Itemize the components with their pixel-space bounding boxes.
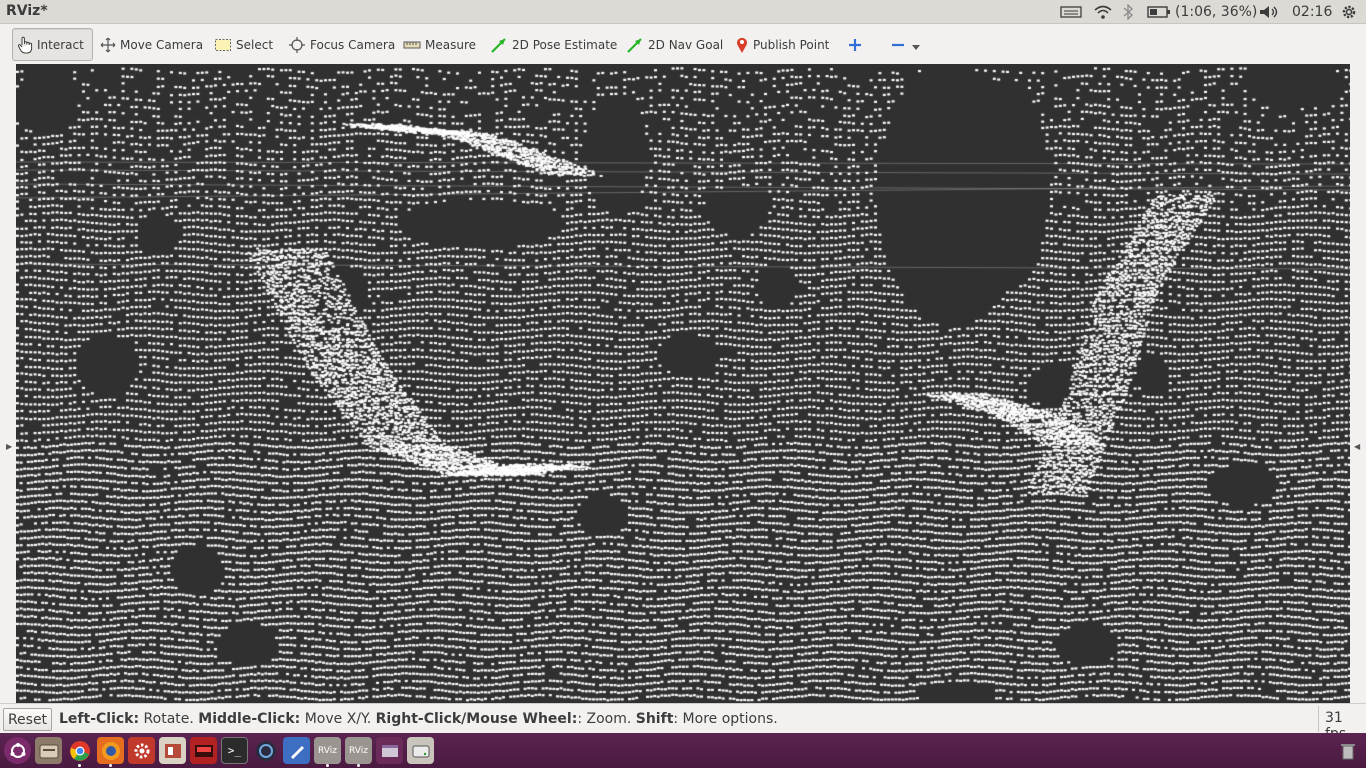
expand-right-icon: ▶ bbox=[6, 442, 13, 451]
hint-key: Shift bbox=[635, 711, 674, 727]
keyboard-icon[interactable] bbox=[1060, 3, 1082, 21]
hint-key: Right-Click/Mouse Wheel: bbox=[375, 711, 578, 727]
hint-key: Left-Click: bbox=[59, 711, 140, 727]
hint-text: : More options. bbox=[673, 711, 778, 727]
expand-left-icon: ◀ bbox=[1354, 442, 1361, 451]
top-panel: RViz* (1:06, 36%) 02:16 bbox=[0, 0, 1366, 24]
clock[interactable]: 02:16 bbox=[1292, 3, 1332, 21]
chevron-down-icon bbox=[912, 44, 924, 51]
battery-text: (1:06, 36%) bbox=[1175, 4, 1258, 20]
left-dock-handle[interactable]: ▶ bbox=[0, 64, 16, 703]
app-icon[interactable] bbox=[159, 737, 186, 764]
window-title: RViz* bbox=[6, 3, 48, 19]
tool-bar: Interact Move Camera Select Focus Camera… bbox=[0, 24, 1366, 64]
remove-tool-button[interactable] bbox=[886, 28, 928, 61]
tool-focus-camera[interactable]: Focus Camera bbox=[284, 28, 399, 61]
green-arrow-icon bbox=[626, 37, 648, 53]
green-arrow-icon bbox=[490, 37, 512, 53]
tool-2d-nav-goal[interactable]: 2D Nav Goal bbox=[622, 28, 727, 61]
tool-label: Move Camera bbox=[120, 37, 204, 52]
editor-icon[interactable] bbox=[283, 737, 310, 764]
drive-icon[interactable] bbox=[407, 737, 434, 764]
ruler-icon bbox=[403, 40, 425, 50]
point-cloud bbox=[16, 64, 1350, 703]
ubuntu-dash-icon[interactable] bbox=[4, 737, 31, 764]
battery-indicator[interactable]: (1:06, 36%) bbox=[1147, 3, 1257, 21]
wifi-icon[interactable] bbox=[1093, 3, 1113, 21]
reset-button[interactable]: Reset bbox=[3, 708, 52, 731]
focus-target-icon bbox=[288, 36, 310, 54]
tool-2d-pose-estimate[interactable]: 2D Pose Estimate bbox=[486, 28, 621, 61]
bluetooth-icon[interactable] bbox=[1123, 3, 1133, 21]
status-hint: Left-Click: Rotate. Middle-Click: Move X… bbox=[59, 711, 778, 727]
launcher: >_ RViz RViz bbox=[0, 733, 1366, 768]
running-indicator bbox=[78, 764, 81, 767]
rviz-icon[interactable]: RViz bbox=[345, 737, 372, 767]
app-icon[interactable] bbox=[252, 737, 279, 764]
tool-label: Measure bbox=[425, 37, 476, 52]
gear-icon[interactable] bbox=[1340, 3, 1358, 21]
map-pin-icon bbox=[735, 36, 753, 54]
tool-label: Focus Camera bbox=[310, 37, 396, 52]
tool-publish-point[interactable]: Publish Point bbox=[731, 28, 833, 61]
plus-icon bbox=[847, 37, 867, 53]
volume-icon[interactable] bbox=[1258, 3, 1280, 21]
add-tool-button[interactable] bbox=[843, 28, 871, 61]
running-indicator bbox=[326, 764, 329, 767]
move-arrows-icon bbox=[100, 37, 120, 53]
hint-text: : Zoom. bbox=[577, 711, 636, 727]
terminal-icon[interactable]: >_ bbox=[221, 737, 248, 764]
chrome-icon[interactable] bbox=[66, 737, 93, 767]
tool-label: Select bbox=[236, 37, 274, 52]
rviz-label: RViz bbox=[318, 745, 337, 756]
hint-key: Middle-Click: bbox=[198, 711, 301, 727]
battery-icon bbox=[1147, 5, 1171, 19]
status-bar: Reset Left-Click: Rotate. Middle-Click: … bbox=[0, 703, 1366, 742]
minus-icon bbox=[890, 37, 910, 53]
tool-label: 2D Nav Goal bbox=[648, 37, 724, 52]
hand-pointer-icon bbox=[17, 36, 37, 54]
hint-text: Rotate. bbox=[139, 711, 199, 727]
select-rect-icon bbox=[214, 37, 236, 53]
rviz-label: RViz bbox=[349, 745, 368, 756]
rviz-icon[interactable]: RViz bbox=[314, 737, 341, 767]
tool-label: Interact bbox=[37, 37, 84, 52]
app-icon[interactable] bbox=[376, 737, 403, 764]
settings-icon[interactable] bbox=[128, 737, 155, 764]
tool-measure[interactable]: Measure bbox=[399, 28, 480, 61]
trash-icon[interactable] bbox=[1334, 737, 1361, 764]
running-indicator bbox=[357, 764, 360, 767]
tool-interact[interactable]: Interact bbox=[12, 28, 93, 61]
fps-counter: 31 fps bbox=[1318, 706, 1366, 742]
hint-text: Move X/Y. bbox=[300, 711, 376, 727]
tool-label: 2D Pose Estimate bbox=[512, 37, 618, 52]
files-icon[interactable] bbox=[35, 737, 62, 764]
app-icon[interactable] bbox=[190, 737, 217, 764]
right-dock-handle[interactable]: ◀ bbox=[1350, 64, 1366, 703]
tool-label: Publish Point bbox=[753, 37, 830, 52]
running-indicator bbox=[109, 764, 112, 767]
tool-move-camera[interactable]: Move Camera bbox=[96, 28, 207, 61]
render-viewport[interactable] bbox=[16, 64, 1350, 703]
firefox-icon[interactable] bbox=[97, 737, 124, 767]
tool-select[interactable]: Select bbox=[210, 28, 277, 61]
